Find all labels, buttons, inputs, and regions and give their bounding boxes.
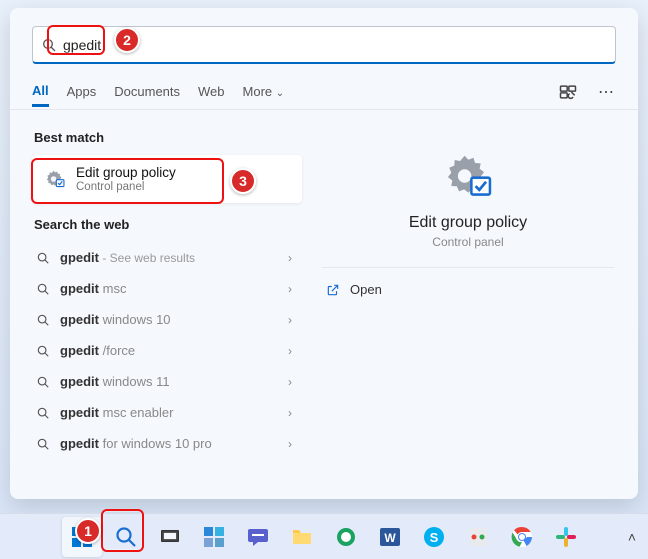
best-match-subtitle: Control panel xyxy=(76,181,176,193)
search-icon xyxy=(41,37,57,53)
app-icon xyxy=(466,525,490,549)
tab-web[interactable]: Web xyxy=(198,78,225,105)
system-tray[interactable]: ˄ xyxy=(628,529,636,545)
chevron-right-icon: › xyxy=(288,437,292,451)
web-result[interactable]: gpedit - See web results› xyxy=(32,242,302,273)
search-icon xyxy=(36,282,50,296)
best-match-title: Edit group policy xyxy=(76,165,176,180)
chevron-right-icon: › xyxy=(288,406,292,420)
more-options-button[interactable]: ⋯ xyxy=(596,82,616,102)
chat-icon xyxy=(246,525,270,549)
chevron-right-icon: › xyxy=(288,375,292,389)
skype-icon: S xyxy=(422,525,446,549)
best-match-heading: Best match xyxy=(34,130,302,145)
search-icon xyxy=(36,406,50,420)
task-view-icon xyxy=(158,525,182,549)
windows-icon xyxy=(70,525,94,549)
tab-apps[interactable]: Apps xyxy=(67,78,97,105)
web-result-text: gpedit windows 11 xyxy=(60,374,288,389)
web-result-text: gpedit msc enabler xyxy=(60,405,288,420)
tab-documents[interactable]: Documents xyxy=(114,78,180,105)
file-explorer-button[interactable] xyxy=(282,517,322,557)
preview-title: Edit group policy xyxy=(409,214,527,232)
skype-button[interactable]: S xyxy=(414,517,454,557)
search-icon xyxy=(36,251,50,265)
search-icon xyxy=(36,437,50,451)
tray-chevron-up-icon[interactable]: ˄ xyxy=(628,529,636,545)
web-result-text: gpedit - See web results xyxy=(60,250,288,265)
word-button[interactable]: W xyxy=(370,517,410,557)
gear-check-icon xyxy=(44,168,66,190)
svg-text:S: S xyxy=(430,530,439,545)
preview-pane: Edit group policy Control panel Open xyxy=(310,110,638,499)
web-result-text: gpedit msc xyxy=(60,281,288,296)
chrome-button[interactable] xyxy=(502,517,542,557)
preview-subtitle: Control panel xyxy=(432,235,503,249)
word-icon: W xyxy=(378,525,402,549)
web-result[interactable]: gpedit windows 11› xyxy=(32,366,302,397)
open-label: Open xyxy=(350,282,382,297)
chevron-right-icon: › xyxy=(288,282,292,296)
slack-icon xyxy=(554,525,578,549)
gear-check-icon xyxy=(441,152,495,200)
search-icon xyxy=(36,344,50,358)
web-result-text: gpedit /force xyxy=(60,343,288,358)
taskbar-search-button[interactable] xyxy=(106,517,146,557)
app-button-generic-1[interactable] xyxy=(326,517,366,557)
chrome-icon xyxy=(510,525,534,549)
web-result[interactable]: gpedit for windows 10 pro› xyxy=(32,428,302,459)
start-button[interactable] xyxy=(62,517,102,557)
search-bar-container: gpedit xyxy=(10,8,638,74)
tab-all[interactable]: All xyxy=(32,77,49,107)
search-web-heading: Search the web xyxy=(34,217,302,232)
best-match-result[interactable]: Edit group policy Control panel xyxy=(32,155,302,203)
widgets-icon xyxy=(202,525,226,549)
start-search-panel: gpedit All Apps Documents Web More ⌄ ⋯ B… xyxy=(10,8,638,499)
web-result-text: gpedit windows 10 xyxy=(60,312,288,327)
search-options-icon[interactable] xyxy=(558,82,578,102)
chevron-right-icon: › xyxy=(288,313,292,327)
open-external-icon xyxy=(326,283,340,297)
web-result[interactable]: gpedit msc enabler› xyxy=(32,397,302,428)
chevron-down-icon: ⌄ xyxy=(276,88,284,99)
svg-text:W: W xyxy=(384,531,396,545)
search-icon xyxy=(36,375,50,389)
chevron-right-icon: › xyxy=(288,251,292,265)
chevron-right-icon: › xyxy=(288,344,292,358)
taskbar: W S ˄ xyxy=(0,513,648,559)
results-list: Best match Edit group policy Control pan… xyxy=(10,110,310,499)
tab-more[interactable]: More ⌄ xyxy=(243,78,285,105)
app-button-generic-2[interactable] xyxy=(458,517,498,557)
open-action[interactable]: Open xyxy=(322,268,614,311)
slack-button[interactable] xyxy=(546,517,586,557)
widgets-button[interactable] xyxy=(194,517,234,557)
web-result[interactable]: gpedit windows 10› xyxy=(32,304,302,335)
search-icon xyxy=(114,525,138,549)
search-query-text: gpedit xyxy=(63,37,607,53)
search-icon xyxy=(36,313,50,327)
search-input[interactable]: gpedit xyxy=(32,26,616,64)
folder-icon xyxy=(290,525,314,549)
filter-tabs: All Apps Documents Web More ⌄ ⋯ xyxy=(10,74,638,110)
web-result[interactable]: gpedit /force› xyxy=(32,335,302,366)
web-result[interactable]: gpedit msc› xyxy=(32,273,302,304)
chat-button[interactable] xyxy=(238,517,278,557)
task-view-button[interactable] xyxy=(150,517,190,557)
web-result-text: gpedit for windows 10 pro xyxy=(60,436,288,451)
vpn-icon xyxy=(334,525,358,549)
